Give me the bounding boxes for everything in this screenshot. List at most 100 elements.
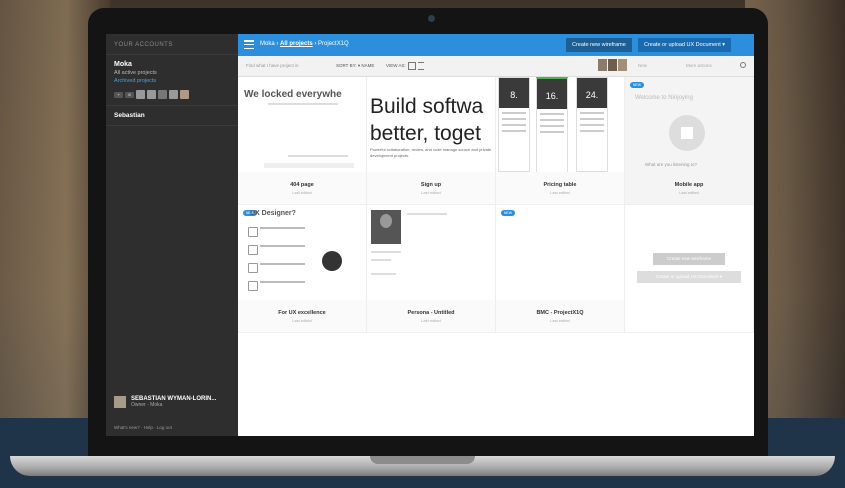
create-upload-button[interactable]: Create or upload UX Document ▾: [637, 271, 741, 283]
user-info: SEBASTIAN WYMAN-LORIN... Owner · Moka: [131, 396, 216, 408]
card-thumbnail: NEW UX Designer?: [238, 205, 366, 300]
breadcrumb-current: ProjectX1Q: [318, 41, 349, 47]
toolbar-more-actions[interactable]: More actions: [686, 63, 712, 68]
avatar[interactable]: [147, 90, 156, 99]
card-headline: We locked everywhe: [244, 89, 342, 100]
card-name: Sign up: [420, 182, 442, 188]
avatar: [114, 396, 126, 408]
card-thumbnail: NEW: [367, 205, 495, 300]
placeholder-line: [268, 103, 338, 105]
card-headline: Build softwa better, toget: [370, 95, 484, 145]
card-sub: Last edited: [550, 190, 570, 195]
project-card-persona[interactable]: NEW Persona - Untitled Last edited: [367, 205, 496, 333]
project-card-ux-excellence[interactable]: NEW UX Designer? For UX excellence Last …: [238, 205, 367, 333]
card-thumbnail: 8. 16. 24.: [496, 77, 624, 172]
project-card-bmc[interactable]: NEW BMC - ProjectX1Q Last edited: [496, 205, 625, 333]
breadcrumb-root[interactable]: Moka: [260, 41, 275, 47]
card-thumbnail: Build softwa better, toget Powerful coll…: [367, 77, 495, 172]
list-view-icon[interactable]: [418, 62, 424, 70]
avatar[interactable]: [180, 90, 189, 99]
user-profile[interactable]: SEBASTIAN WYMAN-LORIN... Owner · Moka: [114, 396, 216, 408]
avatar[interactable]: [598, 59, 607, 71]
sidebar-footer[interactable]: What's new? · Help · Log out: [114, 425, 172, 430]
toolbar: Find what I have project in SORT BY: ▾ N…: [238, 56, 754, 77]
card-thumbnail: NEW Welcome to Ninjoying What are you li…: [625, 77, 753, 172]
price-column: 16.: [536, 77, 568, 172]
laptop-screen: YOUR ACCOUNTS Moka All active projects A…: [106, 34, 754, 436]
grid-view-icon[interactable]: [408, 62, 416, 70]
member-pill[interactable]: +: [114, 91, 123, 98]
card-sub: Last edited: [421, 190, 441, 195]
price-column: 8.: [498, 77, 530, 172]
card-headline: UX Designer?: [250, 210, 296, 217]
sidebar-team-moka[interactable]: Moka: [106, 55, 238, 68]
price-value: 8.: [499, 78, 529, 108]
new-badge: NEW: [630, 82, 644, 88]
placeholder-line: [264, 163, 354, 168]
card-thumbnail: NEW: [496, 205, 624, 300]
image-placeholder-icon: [669, 115, 705, 151]
sidebar-link-archived-projects[interactable]: Archived projects: [106, 76, 238, 84]
project-card-signup[interactable]: Build softwa better, toget Powerful coll…: [367, 77, 496, 205]
placeholder-line: [371, 259, 391, 261]
webcam-icon: [428, 15, 435, 22]
card-body: Powerful collaboration, review, and code…: [370, 147, 492, 158]
placeholder-line: [288, 155, 348, 157]
price-value: 16.: [537, 79, 567, 109]
avatar[interactable]: [169, 90, 178, 99]
project-card-pricing[interactable]: 8. 16. 24. Pricing table Last edited: [496, 77, 625, 205]
feature-icon: [248, 263, 258, 273]
avatar[interactable]: [618, 59, 627, 71]
card-name: Mobile app: [674, 182, 704, 188]
card-sub: Last edited: [292, 318, 312, 323]
card-name: Pricing table: [543, 182, 577, 188]
sort-dropdown[interactable]: SORT BY: ▾ NAME: [336, 63, 374, 69]
member-pill[interactable]: 8: [125, 91, 134, 98]
create-upload-button[interactable]: Create or upload UX Document ▾: [638, 38, 732, 52]
search-icon[interactable]: [740, 62, 746, 68]
placeholder-line: [371, 273, 396, 275]
card-sub: Last edited: [421, 318, 441, 323]
feature-row: [248, 281, 348, 291]
placeholder-line: [371, 251, 401, 253]
sidebar: YOUR ACCOUNTS Moka All active projects A…: [106, 34, 238, 436]
topbar: Moka › All projects › ProjectX1Q Create …: [238, 34, 754, 56]
project-card-404[interactable]: We locked everywhe 404 page Last edited: [238, 77, 367, 205]
user-sub: Owner · Moka: [131, 402, 163, 408]
feature-icon: [248, 281, 258, 291]
feature-row: [248, 227, 348, 237]
feature-icon: [248, 245, 258, 255]
avatar[interactable]: [136, 90, 145, 99]
breadcrumb: Moka › All projects › ProjectX1Q: [260, 41, 349, 47]
sidebar-team-sebastian[interactable]: Sebastian: [106, 106, 238, 126]
create-wireframe-button[interactable]: Create new wireframe: [653, 253, 725, 265]
card-welcome: Welcome to Ninjoying: [635, 95, 693, 101]
price-column: 24.: [576, 77, 608, 172]
filter-input[interactable]: Find what I have project in: [246, 63, 299, 68]
card-name: BMC - ProjectX1Q: [536, 310, 584, 316]
sidebar-members: + 8: [106, 84, 238, 105]
card-name: Persona - Untitled: [407, 310, 455, 316]
collaborators: [598, 59, 627, 71]
sidebar-link-active-projects[interactable]: All active projects: [106, 68, 238, 76]
card-name: 404 page: [290, 182, 314, 188]
avatar[interactable]: [158, 90, 167, 99]
card-sub: Last edited: [679, 190, 699, 195]
view-label: VIEW AS:: [386, 63, 406, 68]
price-value: 24.: [577, 78, 607, 108]
card-name: For UX excellence: [278, 310, 326, 316]
new-project-card: Create new wireframe Create or upload UX…: [625, 205, 754, 333]
card-thumbnail: We locked everywhe: [238, 77, 366, 172]
hamburger-menu-icon[interactable]: [244, 40, 254, 50]
project-card-mobile-app[interactable]: NEW Welcome to Ninjoying What are you li…: [625, 77, 754, 205]
new-badge: NEW: [501, 210, 515, 216]
toolbar-new[interactable]: New: [638, 63, 647, 68]
card-sub: Last edited: [550, 318, 570, 323]
placeholder-line: [407, 213, 447, 215]
avatar[interactable]: [608, 59, 617, 71]
breadcrumb-projects[interactable]: All projects: [280, 41, 313, 47]
project-grid: We locked everywhe 404 page Last edited …: [238, 77, 754, 436]
feature-icon: [248, 227, 258, 237]
create-wireframe-button[interactable]: Create new wireframe: [566, 38, 632, 52]
card-question: What are you listening to?: [645, 162, 698, 167]
